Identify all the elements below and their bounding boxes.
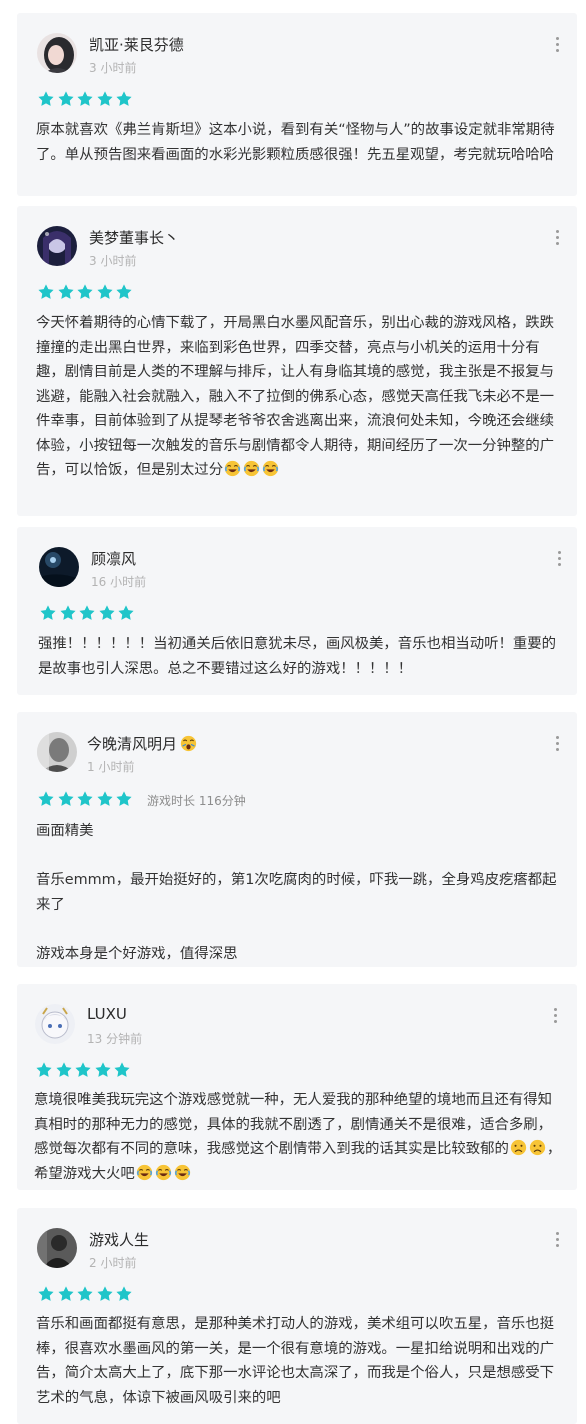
sad-emoji-icon <box>510 1139 527 1156</box>
username[interactable]: LUXU <box>87 1005 127 1023</box>
review-text: 画面精美 音乐emmm，最开始挺好的，第1次吃腐肉的时候，吓我一跳，全身鸡皮疙瘩… <box>36 823 557 962</box>
star-icon <box>77 1286 93 1301</box>
star-rating <box>37 1285 135 1303</box>
username[interactable]: 顾凛风 <box>91 548 136 569</box>
playtime-label: 游戏时长 116分钟 <box>147 794 246 808</box>
more-options-icon[interactable] <box>551 1232 563 1250</box>
star-icon <box>116 91 132 106</box>
star-icon <box>77 91 93 106</box>
star-rating <box>37 90 135 108</box>
star-icon <box>98 605 115 620</box>
star-icon <box>57 1286 74 1301</box>
review-text: 意境很唯美我玩完这个游戏感觉就一种，无人爱我的那种绝望的境地而且还有得知真相时的… <box>34 1088 562 1186</box>
review-card: 游戏人生 2 小时前 音乐和画面都挺有意思，是那种美术打动人的游戏，美术组可以吹… <box>17 1208 577 1424</box>
review-text: 今天怀着期待的心情下载了，开局黑白水墨风配音乐，别出心裁的游戏风格，跌跌撞撞的走… <box>36 311 560 483</box>
review-text: 强推！！！！！！当初通关后依旧意犹未尽，画风极美，音乐也相当动听！重要的是故事也… <box>38 636 557 677</box>
review-text: 音乐和画面都挺有意思，是那种美术打动人的游戏，美术组可以吹五星，音乐也挺棒，很喜… <box>36 1316 555 1406</box>
yawn-emoji-icon <box>180 735 197 752</box>
avatar-anime-girl-icon <box>37 226 77 266</box>
review-card: LUXU 13 分钟前 意境很唯美我玩完这个游戏感觉就一种，无人爱我的那种绝望的… <box>17 984 577 1190</box>
star-icon <box>116 1286 132 1301</box>
avatar-grey-portrait-icon <box>37 732 77 772</box>
more-options-icon[interactable] <box>551 230 563 248</box>
star-icon <box>96 284 113 299</box>
star-icon <box>116 284 132 299</box>
avatar[interactable] <box>37 732 77 772</box>
review-text: 原本就喜欢《弗兰肯斯坦》这本小说，看到有关“怪物与人”的故事设定就非常期待了。单… <box>36 122 555 163</box>
timestamp: 3 小时前 <box>89 61 137 75</box>
star-icon <box>96 1286 113 1301</box>
star-icon <box>38 791 54 806</box>
timestamp: 3 小时前 <box>89 254 137 268</box>
review-text-content: 今天怀着期待的心情下载了，开局黑白水墨风配音乐，别出心裁的游戏风格，跌跌撞撞的走… <box>36 315 555 478</box>
laugh-cry-emoji-icon <box>174 1164 190 1180</box>
star-icon <box>57 284 74 299</box>
star-icon <box>114 1062 130 1077</box>
star-icon <box>79 605 95 620</box>
avatar-dark-hair-icon <box>37 33 77 73</box>
star-icon <box>36 1062 52 1077</box>
timestamp: 2 小时前 <box>89 1256 137 1270</box>
star-icon <box>57 791 74 806</box>
review-card: 顾凛风 16 小时前 强推！！！！！！当初通关后依旧意犹未尽，画风极美，音乐也相… <box>17 527 577 695</box>
more-options-icon[interactable] <box>551 736 563 754</box>
star-icon <box>75 1062 91 1077</box>
timestamp: 13 分钟前 <box>87 1032 143 1046</box>
star-icon <box>96 791 113 806</box>
more-options-icon[interactable] <box>551 37 563 55</box>
star-icon <box>38 284 54 299</box>
emoji-group-mid <box>509 1139 547 1157</box>
star-rating <box>39 604 137 622</box>
star-icon <box>59 605 76 620</box>
star-icon <box>94 1062 111 1077</box>
star-icon <box>118 605 134 620</box>
more-options-icon[interactable] <box>549 1008 561 1026</box>
avatar-white-hair-icon <box>35 1004 75 1044</box>
laugh-cry-emoji-icon <box>262 460 279 477</box>
review-card: 今晚清风明月 1 小时前 游戏时长 116分钟 画面精美 音乐emmm，最开始挺… <box>17 712 577 967</box>
laugh-cry-emoji-icon <box>243 460 260 477</box>
avatar[interactable] <box>37 226 77 266</box>
avatar[interactable] <box>37 33 77 73</box>
star-rating <box>37 790 135 808</box>
review-text-part1: 意境很唯美我玩完这个游戏感觉就一种，无人爱我的那种绝望的境地而且还有得知真相时的… <box>34 1092 553 1157</box>
username[interactable]: 游戏人生 <box>89 1229 149 1250</box>
timestamp: 16 小时前 <box>91 575 147 589</box>
avatar-dark-figure-icon <box>37 1228 77 1268</box>
emoji-group-end <box>135 1164 192 1182</box>
star-icon <box>96 91 113 106</box>
more-options-icon[interactable] <box>553 551 565 569</box>
avatar[interactable] <box>37 1228 77 1268</box>
star-icon <box>77 791 93 806</box>
avatar[interactable] <box>39 547 79 587</box>
username[interactable]: 凯亚·莱艮芬德 <box>89 34 184 55</box>
username[interactable]: 美梦董事长丶 <box>89 227 179 248</box>
star-rating <box>37 283 135 301</box>
review-card: 凯亚·莱艮芬德 3 小时前 原本就喜欢《弗兰肯斯坦》这本小说，看到有关“怪物与人… <box>17 13 577 196</box>
laugh-cry-emoji-icon <box>155 1164 171 1180</box>
star-icon <box>77 284 93 299</box>
star-icon <box>57 91 74 106</box>
star-icon <box>40 605 56 620</box>
avatar-night-sky-icon <box>39 547 79 587</box>
timestamp: 1 小时前 <box>87 760 135 774</box>
username-text: 今晚清风明月 <box>87 735 178 753</box>
username[interactable]: 今晚清风明月 <box>87 733 198 754</box>
star-icon <box>55 1062 72 1077</box>
review-card: 美梦董事长丶 3 小时前 今天怀着期待的心情下载了，开局黑白水墨风配音乐，别出心… <box>17 206 577 516</box>
star-icon <box>116 791 132 806</box>
star-rating <box>35 1061 133 1079</box>
laugh-cry-emoji-icon <box>224 460 241 477</box>
star-icon <box>38 1286 54 1301</box>
laugh-cry-emoji-icon <box>136 1164 152 1180</box>
star-icon <box>38 91 54 106</box>
sad-emoji-icon <box>529 1139 546 1156</box>
avatar[interactable] <box>35 1004 75 1044</box>
emoji-group <box>223 460 280 478</box>
